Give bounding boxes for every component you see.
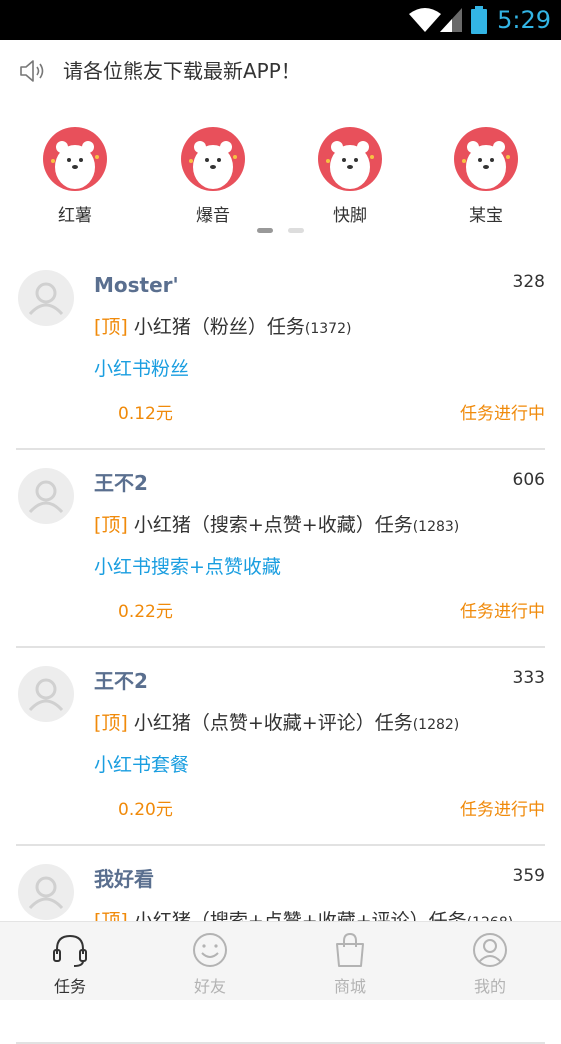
app-item-baoyin[interactable]: 爆音: [168, 122, 258, 227]
top-tag: [顶]: [94, 712, 128, 734]
app-item-kuaijiao[interactable]: 快脚: [305, 122, 395, 227]
app-item-moubao[interactable]: 某宝: [441, 122, 531, 227]
app-label: 红薯: [58, 206, 92, 226]
task-status: 任务进行中: [460, 404, 545, 424]
app-carousel[interactable]: 红薯 爆音 快脚 某宝: [0, 122, 561, 232]
carousel-dot[interactable]: [288, 228, 304, 233]
task-number: (1372): [304, 321, 352, 337]
task-count: 328: [512, 272, 545, 292]
publisher-name: 王不2: [94, 471, 148, 495]
bottom-nav: 任务 好友 商城 我的: [0, 921, 561, 1000]
task-status: 任务进行中: [460, 800, 545, 820]
user-avatar-icon: [28, 876, 64, 910]
app-label: 爆音: [196, 206, 230, 226]
avatar: [18, 270, 74, 326]
publisher-name: 王不2: [94, 669, 148, 693]
top-tag: [顶]: [94, 514, 128, 536]
bear-logo-icon: [454, 127, 518, 191]
avatar: [18, 468, 74, 524]
task-count: 359: [512, 866, 545, 886]
battery-icon: [471, 6, 487, 34]
tab-mall[interactable]: 商城: [280, 922, 420, 1000]
bear-logo-icon: [181, 127, 245, 191]
app-label: 快脚: [333, 206, 367, 226]
task-status: 任务进行中: [460, 602, 545, 622]
app-label: 某宝: [469, 206, 503, 226]
task-item[interactable]: 王不2 333 [顶] 小红猪（点赞+收藏+评论）任务(1282) 小红书套餐 …: [16, 648, 545, 846]
tab-tasks[interactable]: 任务: [0, 922, 140, 1000]
shopping-bag-icon: [336, 932, 364, 967]
task-title-text: 小红猪（搜索+点赞+收藏）任务: [133, 514, 413, 536]
nav-label: 任务: [53, 977, 86, 996]
tab-friends[interactable]: 好友: [140, 922, 280, 1000]
task-price: 0.20元: [118, 800, 173, 820]
bear-logo-icon: [43, 127, 107, 191]
smiley-icon: [193, 933, 227, 967]
task-item[interactable]: 王不2 606 [顶] 小红猪（搜索+点赞+收藏）任务(1283) 小红书搜索+…: [16, 450, 545, 648]
task-price: 0.12元: [118, 404, 173, 424]
avatar: [18, 864, 74, 920]
user-avatar-icon: [28, 282, 64, 316]
task-number: (1282): [412, 717, 460, 733]
user-avatar-icon: [28, 678, 64, 712]
carousel-indicator: [0, 228, 561, 236]
task-title-text: 小红猪（粉丝）任务: [133, 316, 305, 338]
headset-icon: [53, 934, 87, 967]
carousel-dot-active[interactable]: [257, 228, 273, 233]
task-title: [顶] 小红猪（点赞+收藏+评论）任务(1282): [94, 709, 459, 739]
signal-icon: [440, 8, 462, 32]
wifi-icon: [409, 8, 441, 32]
bear-logo-icon: [318, 127, 382, 191]
publisher-name: Moster': [94, 273, 179, 297]
app-item-hongshu[interactable]: 红薯: [30, 122, 120, 227]
nav-label: 好友: [193, 977, 226, 996]
notice-text: 请各位熊友下载最新APP！: [63, 59, 301, 83]
nav-label: 商城: [333, 977, 366, 996]
user-avatar-icon: [28, 480, 64, 514]
speaker-icon: [20, 60, 44, 82]
tab-me[interactable]: 我的: [420, 922, 560, 1000]
task-count: 333: [512, 668, 545, 688]
task-number: (1283): [412, 519, 460, 535]
nav-label: 我的: [473, 977, 506, 996]
notice-bar[interactable]: 请各位熊友下载最新APP！: [0, 50, 561, 92]
top-tag: [顶]: [94, 316, 128, 338]
task-subtitle: 小红书粉丝: [94, 358, 190, 380]
task-subtitle: 小红书搜索+点赞收藏: [94, 556, 281, 578]
task-item[interactable]: Moster' 328 [顶] 小红猪（粉丝）任务(1372) 小红书粉丝 0.…: [16, 252, 545, 450]
task-title: [顶] 小红猪（搜索+点赞+收藏）任务(1283): [94, 511, 459, 541]
clock: 5:29: [497, 6, 551, 34]
task-title-text: 小红猪（点赞+收藏+评论）任务: [133, 712, 413, 734]
publisher-name: 我好看: [94, 867, 154, 891]
task-count: 606: [512, 470, 545, 490]
status-bar: 5:29: [0, 0, 561, 40]
task-price: 0.22元: [118, 602, 173, 622]
task-title: [顶] 小红猪（粉丝）任务(1372): [94, 313, 351, 343]
task-subtitle: 小红书套餐: [94, 754, 190, 776]
user-icon: [473, 933, 507, 967]
avatar: [18, 666, 74, 722]
